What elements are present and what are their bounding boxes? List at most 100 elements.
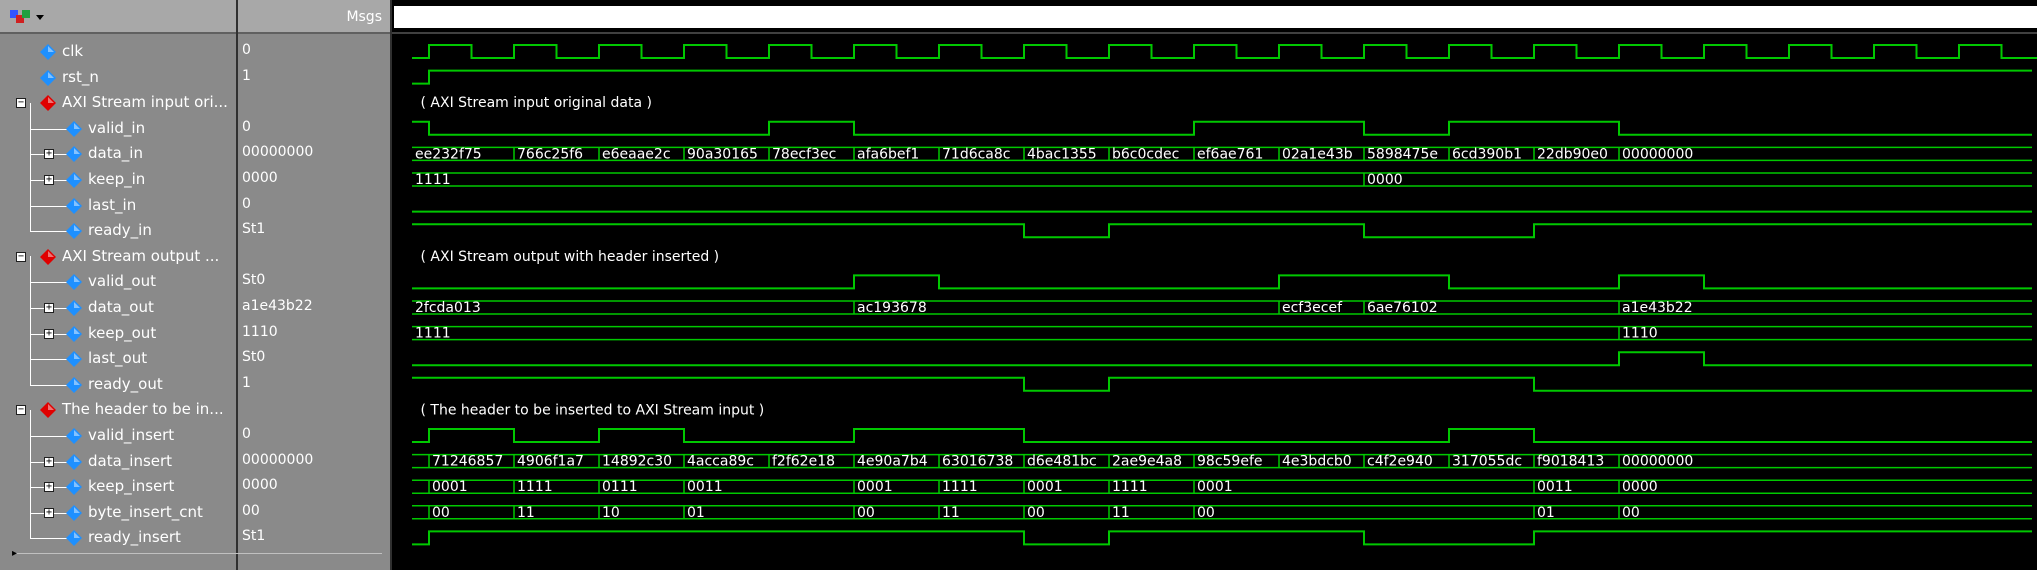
collapse-icon[interactable]: − <box>16 251 26 262</box>
expand-icon[interactable]: + <box>44 149 54 160</box>
signal-diamond-icon <box>40 44 56 60</box>
signal-diamond-icon <box>66 172 82 188</box>
group-diamond-icon <box>40 402 56 419</box>
bus-value-label: 0011 <box>1537 479 1573 495</box>
bus-value-label: 71246857 <box>432 454 503 470</box>
bus-value-label: e6eaae2c <box>602 146 671 162</box>
signal-row-last_out[interactable]: last_out <box>0 333 236 371</box>
group-row[interactable]: − AXI Stream input ori... <box>0 90 236 115</box>
signal-row-data_out[interactable]: + data_out <box>0 282 236 320</box>
wave-clk <box>412 44 2037 59</box>
signal-row-keep_insert[interactable]: + keep_insert <box>0 461 236 499</box>
bus-value-label: 1111 <box>1112 479 1148 495</box>
bus-value-label: 0011 <box>687 479 723 495</box>
bus-value-label: a1e43b22 <box>1622 300 1693 316</box>
bus-value-label: ecf3ecef <box>1282 300 1343 316</box>
signal-row-keep_out[interactable]: + keep_out <box>0 307 236 346</box>
bus-value-label: 4906f1a7 <box>517 454 584 470</box>
signal-name-label: ready_insert <box>88 528 181 547</box>
collapse-icon[interactable]: − <box>16 98 26 109</box>
bus-value-label: f2f62e18 <box>772 454 835 470</box>
horizontal-scrollbar[interactable] <box>12 553 382 554</box>
signal-name-label: keep_in <box>88 170 146 188</box>
pane-splitter-names[interactable] <box>236 0 238 570</box>
bus-value-label: 0000 <box>1367 172 1403 188</box>
tree-line <box>30 128 31 155</box>
signal-diamond-icon <box>66 325 82 342</box>
expand-icon[interactable]: + <box>44 303 54 313</box>
signal-row-clk[interactable]: clk <box>0 39 236 64</box>
cursor-bar[interactable] <box>394 6 2037 28</box>
expand-icon[interactable]: + <box>44 328 54 339</box>
signal-row-valid_in[interactable]: valid_in <box>0 102 236 141</box>
signal-row-valid_out[interactable]: valid_out <box>0 256 236 294</box>
signal-diamond-icon <box>66 504 82 521</box>
wave-rst_n <box>412 69 2032 85</box>
signal-row-last_in[interactable]: last_in <box>0 179 236 218</box>
bus-value-label: 00000000 <box>1622 454 1693 470</box>
bus-value-label: f9018413 <box>1537 454 1604 470</box>
waveform-viewer: ee232f75 766c25f6 e6eaae2c 90a30165 78ecf3ec… <box>0 0 2037 570</box>
signal-row-rst_n[interactable]: rst_n <box>0 65 236 90</box>
signal-name-label: data_in <box>88 144 143 163</box>
signal-row-ready_out[interactable]: ready_out <box>0 358 236 397</box>
signal-row-ready_insert[interactable]: ready_insert <box>0 512 236 550</box>
bus-value-label: ac193678 <box>857 300 927 316</box>
bus-value-label: 0001 <box>432 479 468 495</box>
bus-value-label: 00 <box>1197 505 1215 521</box>
bus-value-label: 00 <box>857 505 875 521</box>
bus-value-label: 78ecf3ec <box>772 146 836 162</box>
bus-value-label: 0001 <box>857 479 893 495</box>
group-row[interactable]: − AXI Stream output ... <box>0 244 236 269</box>
signal-row-data_insert[interactable]: + data_insert <box>0 435 236 474</box>
expand-icon[interactable]: + <box>44 456 54 467</box>
group-label: ( AXI Stream input original data ) <box>421 95 652 111</box>
signal-row-data_in[interactable]: + data_in <box>0 128 236 166</box>
signal-row-keep_in[interactable]: + keep_in <box>0 154 236 192</box>
signal-diamond-icon <box>66 453 82 470</box>
signal-row-ready_in[interactable]: ready_in <box>0 205 236 243</box>
signal-name-label: last_out <box>88 349 148 368</box>
bus-value-label: 6ae76102 <box>1367 300 1438 316</box>
signal-row-byte_insert_cnt[interactable]: + byte_insert_cnt <box>0 486 236 525</box>
collapse-icon[interactable]: − <box>16 405 26 416</box>
signal-value: 1 <box>242 374 251 391</box>
wave-toolbar-button[interactable] <box>8 6 50 28</box>
signal-diamond-icon <box>66 197 82 214</box>
group-row[interactable]: − The header to be in... <box>0 397 236 422</box>
signal-row-valid_insert[interactable]: valid_insert <box>0 410 236 448</box>
wave-format-icon <box>10 10 44 23</box>
signal-name-label: byte_insert_cnt <box>88 502 203 521</box>
expand-icon[interactable]: + <box>44 482 54 493</box>
waveform-canvas[interactable]: ee232f75 766c25f6 e6eaae2c 90a30165 78ecf3ec… <box>392 0 2037 570</box>
expand-icon[interactable]: + <box>44 507 54 518</box>
signal-name-label: keep_insert <box>88 477 175 496</box>
group-label: ( AXI Stream output with header inserted… <box>421 249 720 265</box>
bus-value-label: 00 <box>1027 505 1045 521</box>
pane-splitter-values[interactable] <box>390 0 392 570</box>
bus-value-label: d6e481bc <box>1027 454 1097 470</box>
bus-value-label: c4f2e940 <box>1367 454 1433 470</box>
group-label: ( The header to be inserted to AXI Strea… <box>421 402 765 418</box>
signal-name-label: ready_out <box>88 374 163 393</box>
signal-value: St1 <box>242 221 266 238</box>
bus-value-label: 0111 <box>602 479 638 495</box>
bus-value-label: 0000 <box>1622 479 1658 495</box>
bus-value-label: 1111 <box>942 479 978 495</box>
wave-valid_in <box>412 120 2032 136</box>
signal-value: 0 <box>242 195 251 212</box>
bus-value-label: 0001 <box>1197 479 1233 495</box>
signal-value: 00000000 <box>242 451 314 468</box>
tree-line <box>30 358 31 385</box>
wave-valid_insert <box>412 428 2032 443</box>
signal-diamond-icon <box>66 428 82 444</box>
signal-value: 0000 <box>242 477 278 494</box>
signal-diamond-icon <box>66 479 82 496</box>
expand-icon[interactable]: + <box>44 175 54 185</box>
signal-name-label: The header to be in... <box>62 400 224 419</box>
bus-value-label: 02a1e43b <box>1282 146 1353 162</box>
tree-line <box>30 333 31 360</box>
scroll-left-icon[interactable]: ▸ <box>12 548 17 559</box>
waveform-pane[interactable]: ee232f75 766c25f6 e6eaae2c 90a30165 78ecf3ec… <box>392 0 2037 570</box>
tree-line <box>30 282 31 308</box>
